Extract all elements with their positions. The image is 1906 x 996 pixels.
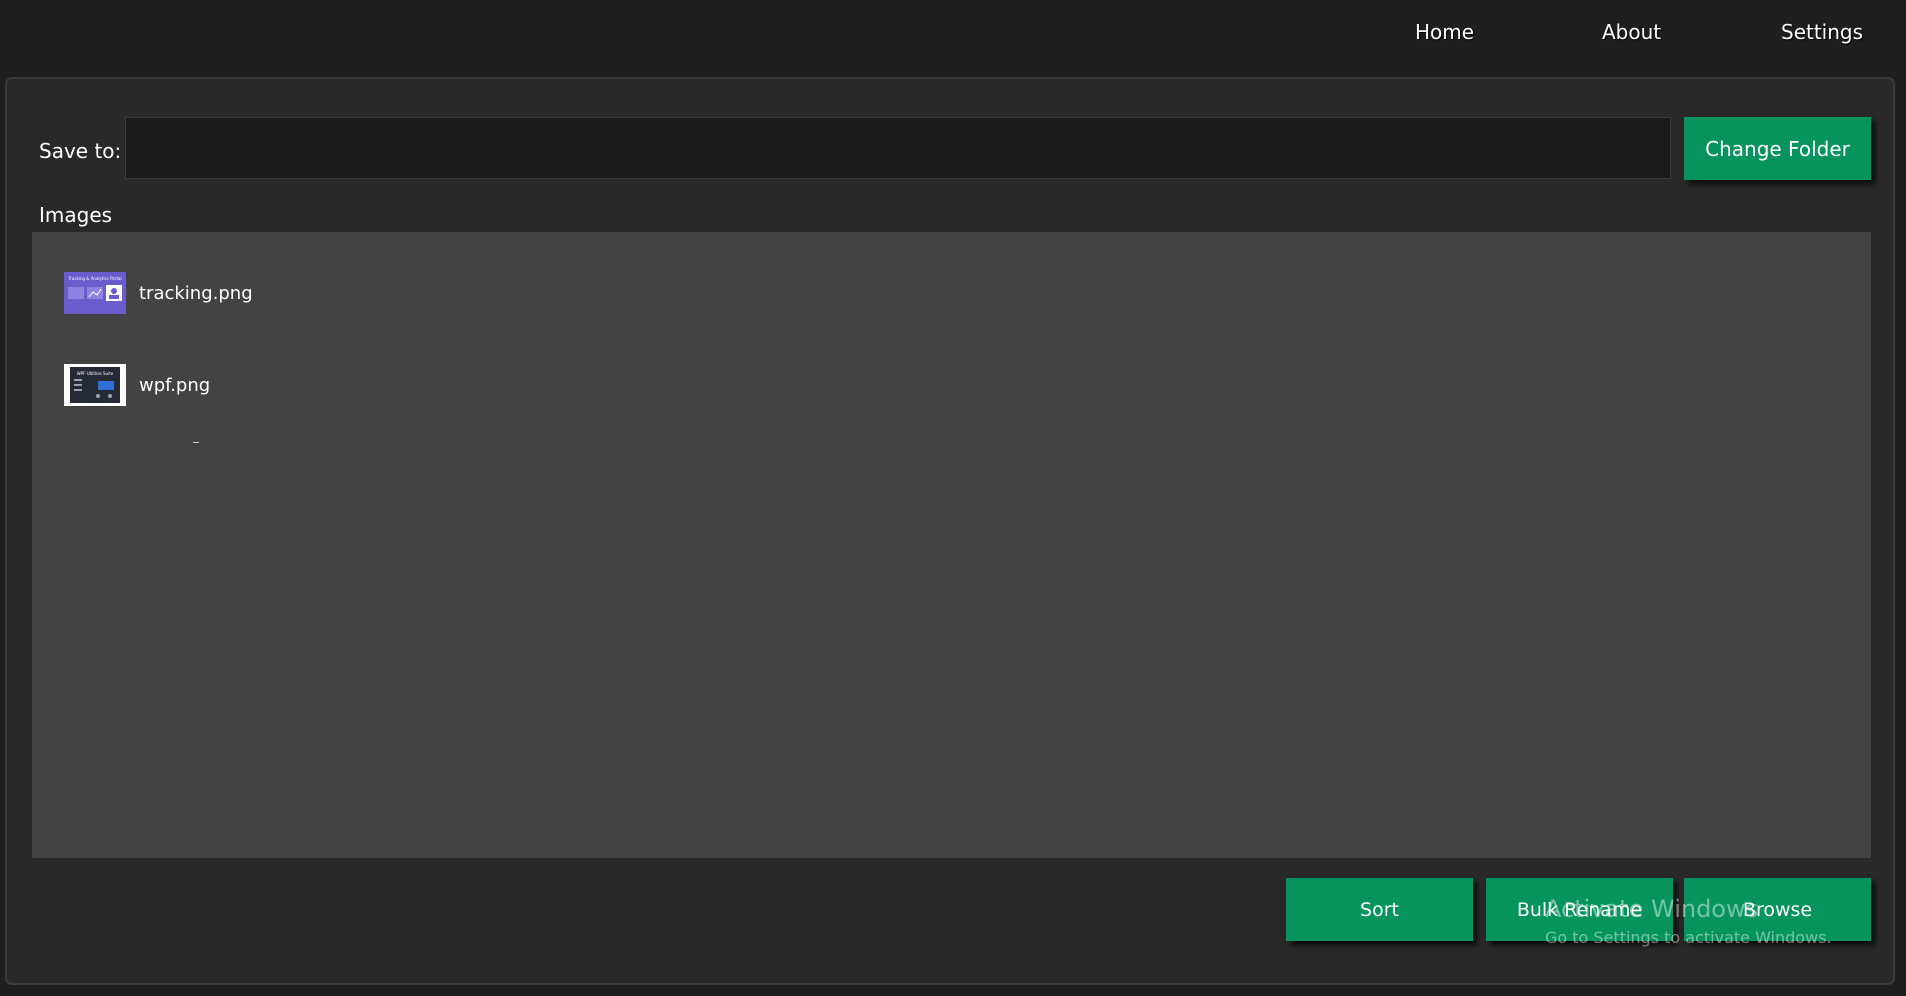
- save-to-label: Save to:: [39, 139, 122, 163]
- wpf-thumbnail-art: WPF Utilities Suite: [64, 364, 126, 406]
- image-filename: tracking.png: [139, 282, 253, 304]
- thumb-title: Tracking & Analytics Portal: [67, 276, 121, 281]
- save-path-input[interactable]: [125, 117, 1671, 179]
- nav-about-link[interactable]: About: [1602, 20, 1661, 44]
- image-list[interactable]: Tracking & Analytics Portal tracking.png…: [32, 232, 1871, 858]
- list-item-wpf[interactable]: WPF Utilities Suite wpf.png: [64, 364, 210, 406]
- list-item-tracking[interactable]: Tracking & Analytics Portal tracking.png: [64, 272, 253, 314]
- browse-button[interactable]: Browse: [1684, 878, 1871, 941]
- bulk-rename-button[interactable]: Bulk Rename: [1486, 878, 1673, 941]
- tracking-thumbnail-art: Tracking & Analytics Portal: [64, 272, 126, 314]
- nav-home-link[interactable]: Home: [1415, 20, 1474, 44]
- image-thumbnail: Tracking & Analytics Portal: [64, 272, 126, 314]
- change-folder-button[interactable]: Change Folder: [1684, 117, 1871, 180]
- nav-settings-link[interactable]: Settings: [1781, 20, 1863, 44]
- images-label: Images: [39, 203, 113, 227]
- sort-button[interactable]: Sort: [1286, 878, 1473, 941]
- thumb-title: WPF Utilities Suite: [77, 371, 114, 376]
- image-thumbnail: WPF Utilities Suite: [64, 364, 126, 406]
- image-filename: wpf.png: [139, 374, 211, 396]
- main-panel: Save to: Change Folder Images Tracking &…: [5, 77, 1895, 985]
- list-dash-mark: [193, 442, 199, 443]
- top-navigation: Home About Settings: [0, 0, 1906, 75]
